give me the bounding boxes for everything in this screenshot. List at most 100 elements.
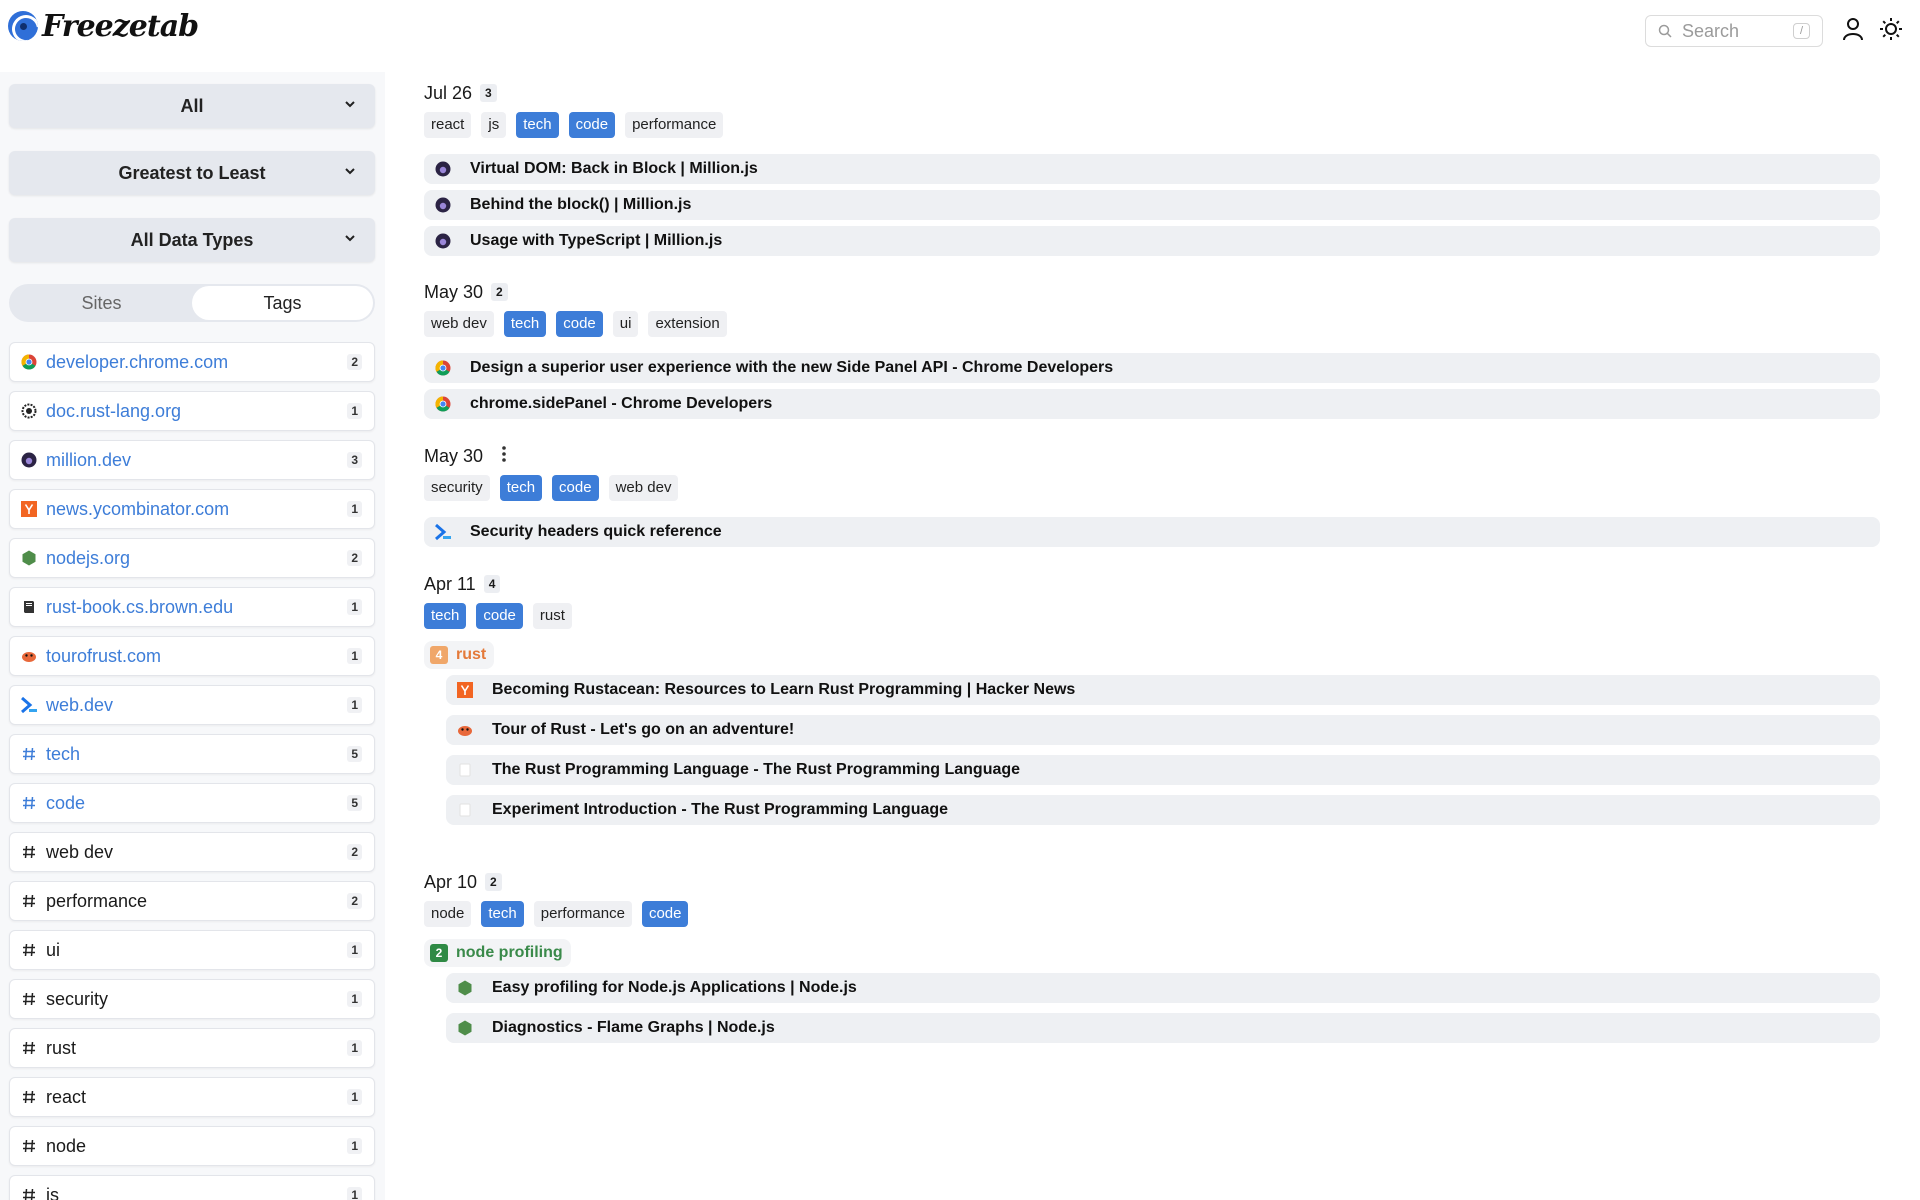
tab-row[interactable]: Virtual DOM: Back in Block | Million.js xyxy=(424,154,1880,184)
tab-row[interactable]: Tour of Rust - Let's go on an adventure! xyxy=(446,715,1880,745)
tag-chip[interactable]: extension xyxy=(648,311,727,337)
sort-dropdown[interactable]: Greatest to Least xyxy=(9,151,375,195)
subgroup-count: 4 xyxy=(430,646,448,664)
sidebar-site-item[interactable]: tourofrust.com 1 xyxy=(9,636,375,676)
search-placeholder: Search xyxy=(1682,20,1740,41)
sidebar-site-item[interactable]: million.dev 3 xyxy=(9,440,375,480)
sidebar-item-label: security xyxy=(46,988,109,1009)
tab-row[interactable]: Usage with TypeScript | Million.js xyxy=(424,226,1880,256)
sidebar-item-count: 2 xyxy=(347,354,362,370)
chevron-down-icon xyxy=(345,235,355,242)
tab-title: Security headers quick reference xyxy=(470,523,722,540)
hash-icon xyxy=(20,892,38,910)
tag-chip[interactable]: tech xyxy=(499,475,543,501)
tab-row[interactable]: Behind the block() | Million.js xyxy=(424,190,1880,220)
tag-chip[interactable]: tech xyxy=(516,112,559,138)
tab-row[interactable]: Diagnostics - Flame Graphs | Node.js xyxy=(446,1013,1880,1043)
sidebar-site-item[interactable]: nodejs.org 2 xyxy=(9,538,375,578)
subgroup-badge[interactable]: 4 rust xyxy=(424,641,495,669)
sidebar-tag-item[interactable]: node 1 xyxy=(9,1126,375,1166)
group-count: 4 xyxy=(483,575,501,593)
sidebar-item-label: news.ycombinator.com xyxy=(46,498,230,519)
sidebar-item-label: tech xyxy=(46,743,81,764)
sidebar-tag-item[interactable]: ui 1 xyxy=(9,930,375,970)
sidebar-item-count: 2 xyxy=(347,844,362,860)
sidebar-item-count: 1 xyxy=(347,1089,362,1105)
hash-icon xyxy=(20,1088,38,1106)
sidebar-tag-item[interactable]: react 1 xyxy=(9,1077,375,1117)
tag-chip[interactable]: code xyxy=(568,112,616,138)
tag-chip[interactable]: react xyxy=(424,112,472,138)
sidebar-item-count: 3 xyxy=(347,452,362,468)
theme-toggle-icon[interactable] xyxy=(1876,14,1906,44)
sidebar-tag-item[interactable]: tech 5 xyxy=(9,734,375,774)
sidebar-site-item[interactable]: doc.rust-lang.org 1 xyxy=(9,391,375,431)
tag-chip[interactable]: ui xyxy=(612,311,639,337)
sidebar-site-item[interactable]: developer.chrome.com 2 xyxy=(9,342,375,382)
group-date: May 30 xyxy=(424,445,484,466)
tab-title: The Rust Programming Language - The Rust… xyxy=(492,761,1021,778)
sidebar-item-count: 1 xyxy=(347,648,362,664)
tab-title: Virtual DOM: Back in Block | Million.js xyxy=(470,160,758,177)
tag-chip[interactable]: code xyxy=(556,311,603,337)
tab-title: Diagnostics - Flame Graphs | Node.js xyxy=(492,1019,775,1036)
blank-icon xyxy=(456,801,474,819)
data-types-dropdown[interactable]: All Data Types xyxy=(9,218,375,262)
tab-row[interactable]: Design a superior user experience with t… xyxy=(424,353,1880,383)
sidebar-tag-item[interactable]: web dev 2 xyxy=(9,832,375,872)
tab-tags[interactable]: Tags xyxy=(192,286,373,320)
sidebar-item-count: 5 xyxy=(347,795,362,811)
subgroup-tabs: Easy profiling for Node.js Applications … xyxy=(446,973,1880,1043)
tab-sites[interactable]: Sites xyxy=(11,286,192,320)
tab-title: Usage with TypeScript | Million.js xyxy=(470,232,723,249)
tag-chip[interactable]: rust xyxy=(532,603,572,629)
group-tags: react js tech code performance xyxy=(424,112,1880,138)
tag-chip[interactable]: tech xyxy=(424,603,467,629)
group-count: 2 xyxy=(485,873,502,891)
tag-chip[interactable]: performance xyxy=(533,901,632,927)
group-date: Apr 11 xyxy=(424,573,476,594)
tag-chip[interactable]: code xyxy=(476,603,523,629)
sidebar-item-label: rust xyxy=(46,1037,77,1058)
sidebar-tag-item[interactable]: security 1 xyxy=(9,979,375,1019)
subgroup-badge[interactable]: 2 node profiling xyxy=(424,939,571,967)
tab-group: Apr 10 2 node tech performance code 2 node prof… xyxy=(424,869,1880,1053)
sidebar-site-item[interactable]: news.ycombinator.com 1 xyxy=(9,489,375,529)
hash-icon xyxy=(20,941,38,959)
tab-row[interactable]: Security headers quick reference xyxy=(424,517,1880,547)
tag-chip[interactable]: security xyxy=(424,475,490,501)
group-header: Apr 10 2 xyxy=(424,869,1880,895)
tag-chip[interactable]: tech xyxy=(481,901,524,927)
filter-dropdown[interactable]: All xyxy=(9,84,375,128)
tag-chip[interactable]: code xyxy=(552,475,599,501)
tag-chip[interactable]: web dev xyxy=(608,475,679,501)
search-input[interactable]: Search / xyxy=(1645,15,1823,47)
sidebar-tag-item[interactable]: js 1 xyxy=(9,1175,375,1200)
sidebar-tag-item[interactable]: code 5 xyxy=(9,783,375,823)
tab-row[interactable]: Easy profiling for Node.js Applications … xyxy=(446,973,1880,1003)
tab-row[interactable]: Becoming Rustacean: Resources to Learn R… xyxy=(446,675,1880,705)
tag-chip[interactable]: web dev xyxy=(424,311,494,337)
tab-title: chrome.sidePanel - Chrome Developers xyxy=(470,395,773,412)
sidebar-item-label: react xyxy=(46,1086,87,1107)
sidebar-site-item[interactable]: rust-book.cs.brown.edu 1 xyxy=(9,587,375,627)
app-name: Freezetab xyxy=(42,8,199,44)
tag-chip[interactable]: performance xyxy=(625,112,724,138)
group-tags: web dev tech code ui extension xyxy=(424,311,1880,337)
sidebar-tag-item[interactable]: rust 1 xyxy=(9,1028,375,1068)
user-icon[interactable] xyxy=(1838,14,1868,44)
tag-chip[interactable]: tech xyxy=(503,311,547,337)
tab-row[interactable]: The Rust Programming Language - The Rust… xyxy=(446,755,1880,785)
sidebar-item-label: doc.rust-lang.org xyxy=(46,400,182,421)
tab-group: May 30 2 web dev tech code ui extension Design … xyxy=(424,279,1880,425)
sidebar-site-item[interactable]: web.dev 1 xyxy=(9,685,375,725)
tab-row[interactable]: chrome.sidePanel - Chrome Developers xyxy=(424,389,1880,419)
tab-row[interactable]: Experiment Introduction - The Rust Progr… xyxy=(446,795,1880,825)
tag-chip[interactable]: node xyxy=(424,901,472,927)
group-count: 2 xyxy=(491,283,508,301)
tag-chip[interactable]: code xyxy=(641,901,689,927)
sidebar-tag-item[interactable]: performance 2 xyxy=(9,881,375,921)
million-icon xyxy=(434,232,452,250)
tag-chip[interactable]: js xyxy=(481,112,507,138)
more-options-icon[interactable] xyxy=(501,445,507,467)
